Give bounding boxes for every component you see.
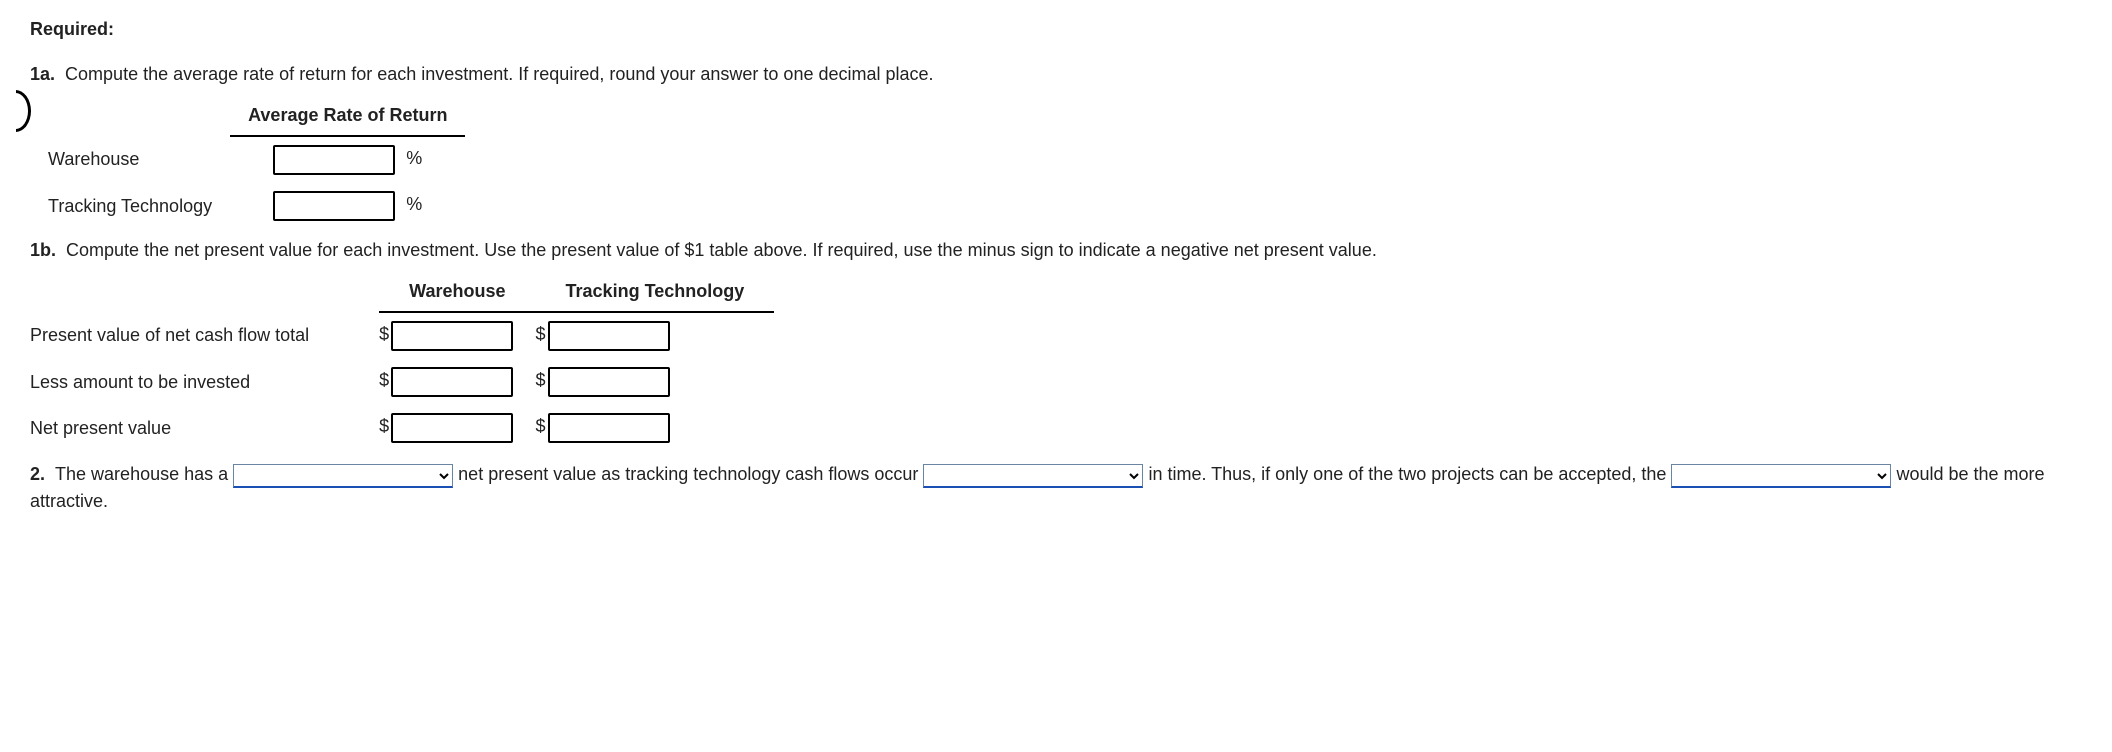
npv-col1-header: Warehouse <box>379 272 535 312</box>
dollar-prefix: $ <box>536 416 546 436</box>
tracking-pv-input[interactable] <box>548 321 670 351</box>
q1b-text: Compute the net present value for each i… <box>66 240 1377 260</box>
dollar-prefix: $ <box>379 416 389 436</box>
table-row: Less amount to be invested $ $ <box>30 359 774 405</box>
q2-part2: net present value as tracking technology… <box>458 464 918 484</box>
tracking-npv-input[interactable] <box>548 413 670 443</box>
table-row: Net present value $ $ <box>30 405 774 451</box>
warehouse-pv-input[interactable] <box>391 321 513 351</box>
percent-suffix: % <box>406 194 422 214</box>
q1b-number: 1b. <box>30 240 56 260</box>
q2-part1: The warehouse has a <box>55 464 228 484</box>
q2-part3: in time. Thus, if only one of the two pr… <box>1148 464 1666 484</box>
arr-table-header: Average Rate of Return <box>230 96 465 136</box>
npv-col2-header: Tracking Technology <box>536 272 775 312</box>
table-row: Warehouse % <box>30 136 465 183</box>
question-1b: 1b. Compute the net present value for ea… <box>30 237 2112 264</box>
dollar-prefix: $ <box>379 324 389 344</box>
warehouse-arr-input[interactable] <box>273 145 395 175</box>
percent-suffix: % <box>406 148 422 168</box>
tracking-arr-input[interactable] <box>273 191 395 221</box>
arr-row-label: Tracking Technology <box>30 183 230 229</box>
q2-dropdown-1[interactable] <box>233 464 453 488</box>
required-heading: Required: <box>30 16 2112 43</box>
warehouse-npv-input[interactable] <box>391 413 513 443</box>
dollar-prefix: $ <box>536 324 546 344</box>
question-2: 2. The warehouse has a net present value… <box>30 461 2080 515</box>
npv-table: Warehouse Tracking Technology Present va… <box>30 272 774 451</box>
table-row: Present value of net cash flow total $ $ <box>30 312 774 359</box>
warehouse-invest-input[interactable] <box>391 367 513 397</box>
dollar-prefix: $ <box>379 370 389 390</box>
dollar-prefix: $ <box>536 370 546 390</box>
question-1a: 1a. Compute the average rate of return f… <box>30 61 2112 88</box>
q1a-number: 1a. <box>30 64 55 84</box>
npv-row-label: Less amount to be invested <box>30 359 379 405</box>
npv-row-label: Present value of net cash flow total <box>30 312 379 359</box>
arr-row-label: Warehouse <box>30 136 230 183</box>
tracking-invest-input[interactable] <box>548 367 670 397</box>
arr-table: Average Rate of Return Warehouse % Track… <box>30 96 465 229</box>
table-row: Tracking Technology % <box>30 183 465 229</box>
answer-marker-arc <box>0 90 31 132</box>
q1a-text: Compute the average rate of return for e… <box>65 64 933 84</box>
q2-number: 2. <box>30 464 45 484</box>
q2-dropdown-3[interactable] <box>1671 464 1891 488</box>
npv-row-label: Net present value <box>30 405 379 451</box>
q2-dropdown-2[interactable] <box>923 464 1143 488</box>
